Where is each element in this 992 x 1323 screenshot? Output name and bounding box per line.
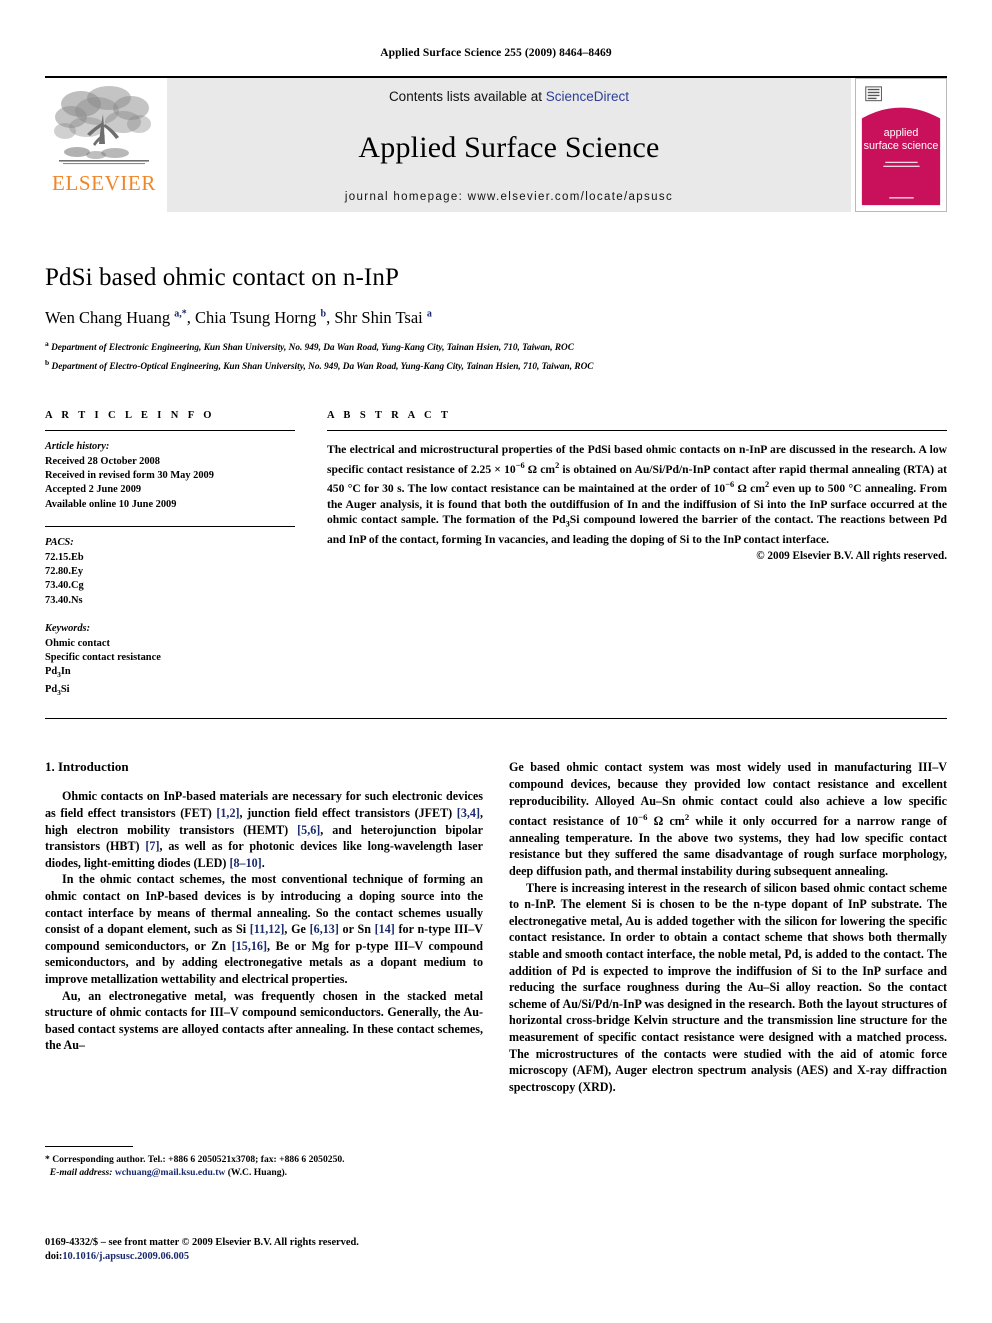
footnote-corresponding-line: * Corresponding author. Tel.: +886 6 205… xyxy=(45,1154,345,1165)
affiliation-a: a Department of Electronic Engineering, … xyxy=(45,339,574,354)
email-owner-suffix: (W.C. Huang). xyxy=(227,1167,288,1178)
corresponding-author-email-link[interactable]: wchuang@mail.ksu.edu.tw xyxy=(115,1167,225,1178)
citation-3-4[interactable]: [3,4] xyxy=(457,806,480,820)
journal-title: Applied Surface Science xyxy=(358,130,660,164)
keyword-1: Ohmic contact xyxy=(45,637,110,649)
running-head: Applied Surface Science 255 (2009) 8464–… xyxy=(380,47,612,59)
article-history-label: Article history: xyxy=(45,441,110,453)
keyword-3: Pd3In xyxy=(45,666,71,680)
history-online: Available online 10 June 2009 xyxy=(45,498,177,510)
citation-5-6[interactable]: [5,6] xyxy=(297,823,320,837)
author-list: Wen Chang Huang a,*, Chia Tsung Horng b,… xyxy=(45,308,432,327)
citation-14[interactable]: [14] xyxy=(375,922,395,936)
article-history-group: Article history: Received 28 October 200… xyxy=(45,440,295,512)
paper-page: Applied Surface Science 255 (2009) 8464–… xyxy=(0,0,992,1323)
svg-text:surface science: surface science xyxy=(864,140,939,152)
article-info-column: A R T I C L E I N F O Article history: R… xyxy=(45,410,295,700)
pacs-keywords-body: PACS: 72.15.Eb 72.80.Ey 73.40.Cg 73.40.N… xyxy=(45,527,295,700)
journal-masthead: ELSEVIER Contents lists available at Sci… xyxy=(45,76,947,212)
abstract-text: The electrical and microstructural prope… xyxy=(327,443,948,547)
journal-cover-thumbnail: applied surface science xyxy=(855,78,947,212)
intro-paragraph-5: There is increasing interest in the rese… xyxy=(509,880,947,1094)
info-spacer-1 xyxy=(45,512,295,526)
history-received: Received 28 October 2008 xyxy=(45,455,160,467)
page-footer: 0169-4332/$ – see front matter © 2009 El… xyxy=(45,1236,545,1265)
keyword-4: Pd3Si xyxy=(45,683,70,698)
info-abstract-panel: A R T I C L E I N F O Article history: R… xyxy=(45,410,947,700)
body-columns: 1. Introduction Ohmic contacts on InP-ba… xyxy=(45,759,947,1095)
masthead-center-band: Contents lists available at ScienceDirec… xyxy=(167,78,851,212)
abstract-heading: A B S T R A C T xyxy=(327,410,452,422)
introduction-heading: 1. Introduction xyxy=(45,759,129,775)
page-title: PdSi based ohmic contact on n-InP xyxy=(45,264,399,291)
affiliation-a-text: Department of Electronic Engineering, Ku… xyxy=(51,343,574,354)
abstract-column: A B S T R A C T The electrical and micro… xyxy=(295,410,947,700)
corresponding-author-footnote: * Corresponding author. Tel.: +886 6 205… xyxy=(45,1146,485,1179)
sciencedirect-link[interactable]: ScienceDirect xyxy=(546,89,629,104)
body-column-left: 1. Introduction Ohmic contacts on InP-ba… xyxy=(45,759,483,1095)
info-panel-bottom-rule xyxy=(45,718,947,720)
citation-6-13[interactable]: [6,13] xyxy=(310,922,339,936)
article-info-body: Article history: Received 28 October 200… xyxy=(45,431,295,512)
pacs-label: PACS: xyxy=(45,537,74,549)
article-info-heading: A R T I C L E I N F O xyxy=(45,410,215,422)
journal-homepage-line[interactable]: journal homepage: www.elsevier.com/locat… xyxy=(345,191,673,203)
elsevier-wordmark: ELSEVIER xyxy=(52,171,156,195)
abstract-copyright: © 2009 Elsevier B.V. All rights reserved… xyxy=(756,549,947,562)
body-column-right: Ge based ohmic contact system was most w… xyxy=(509,759,947,1095)
pacs-code-4: 73.40.Ns xyxy=(45,594,83,606)
pacs-code-1: 72.15.Eb xyxy=(45,551,84,563)
footnote-email-line: E-mail address: wchuang@mail.ksu.edu.tw … xyxy=(45,1166,485,1179)
issn-copyright-line: 0169-4332/$ – see front matter © 2009 El… xyxy=(45,1237,359,1248)
contents-available-line: Contents lists available at ScienceDirec… xyxy=(389,89,629,104)
affiliation-b: b Department of Electro-Optical Engineer… xyxy=(45,357,594,372)
intro-paragraph-1: Ohmic contacts on InP-based materials ar… xyxy=(45,789,484,870)
keywords-label: Keywords: xyxy=(45,623,91,635)
keyword-2: Specific contact resistance xyxy=(45,652,161,664)
elsevier-logo: ELSEVIER xyxy=(45,78,163,212)
citation-15-16[interactable]: [15,16] xyxy=(232,939,267,953)
doi-link[interactable]: 10.1016/j.apsusc.2009.06.005 xyxy=(62,1251,189,1262)
footnote-rule xyxy=(45,1146,133,1147)
affiliation-b-text: Department of Electro-Optical Engineerin… xyxy=(51,361,594,372)
email-address-label: E-mail address: xyxy=(49,1167,113,1178)
elsevier-tree-icon xyxy=(51,84,157,172)
citation-1-2[interactable]: [1,2] xyxy=(216,806,239,820)
info-spacer-2 xyxy=(45,608,295,622)
pacs-code-2: 72.80.Ey xyxy=(45,566,84,578)
doi-line: doi:10.1016/j.apsusc.2009.06.005 xyxy=(45,1250,545,1264)
history-revised: Received in revised form 30 May 2009 xyxy=(45,470,214,481)
pacs-group: PACS: 72.15.Eb 72.80.Ey 73.40.Cg 73.40.N… xyxy=(45,536,295,608)
citation-7[interactable]: [7] xyxy=(145,839,159,853)
intro-paragraph-3: Au, an electronegative metal, was freque… xyxy=(45,988,483,1053)
pacs-code-3: 73.40.Cg xyxy=(45,580,84,592)
svg-text:applied: applied xyxy=(884,127,919,139)
contents-prefix: Contents lists available at xyxy=(388,89,546,104)
history-accepted: Accepted 2 June 2009 xyxy=(45,484,142,496)
doi-label: doi: xyxy=(45,1251,63,1263)
title-block: PdSi based ohmic contact on n-InP Wen Ch… xyxy=(45,264,947,374)
intro-paragraph-4: Ge based ohmic contact system was most w… xyxy=(509,760,947,879)
citation-11-12[interactable]: [11,12] xyxy=(250,922,285,936)
citation-8-10[interactable]: [8–10] xyxy=(229,856,261,870)
keywords-group: Keywords: Ohmic contact Specific contact… xyxy=(45,622,295,700)
intro-paragraph-2: In the ohmic contact schemes, the most c… xyxy=(45,872,483,986)
